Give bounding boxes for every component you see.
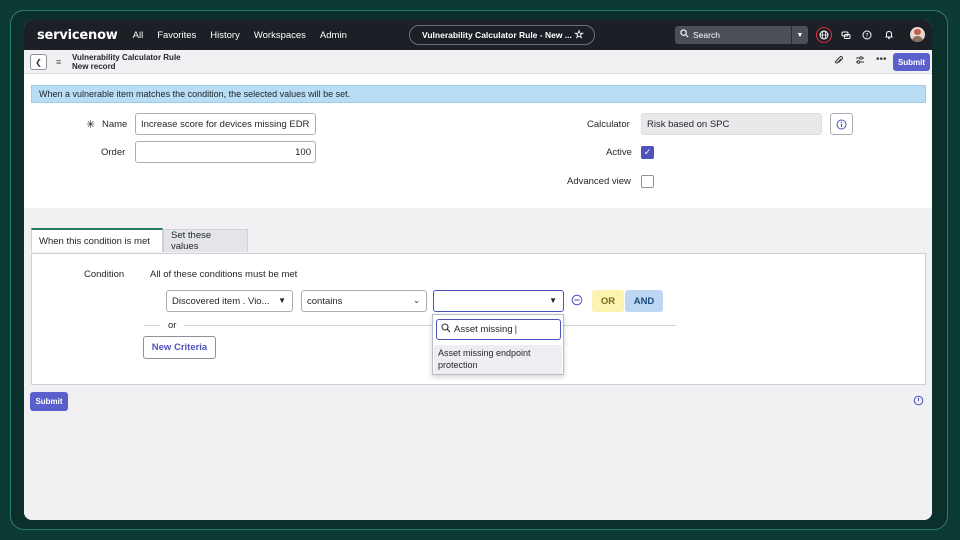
name-field[interactable]: Increase score for devices missing EDR xyxy=(135,113,316,135)
nav-history[interactable]: History xyxy=(210,30,240,41)
top-navigation: servicenow All Favorites History Workspa… xyxy=(24,20,932,50)
form-menu-icon[interactable]: ≡ xyxy=(56,57,61,67)
help-icon[interactable]: ? xyxy=(860,28,874,42)
search-scope-dropdown[interactable]: ▼ xyxy=(791,26,808,44)
settings-sliders-icon[interactable] xyxy=(855,55,865,68)
condition-header: All of these conditions must be met xyxy=(150,269,298,280)
nav-favorites[interactable]: Favorites xyxy=(157,30,196,41)
search-icon xyxy=(680,29,689,40)
calculator-label: Calculator xyxy=(587,119,630,130)
nav-all[interactable]: All xyxy=(133,30,144,41)
or-button[interactable]: OR xyxy=(592,290,624,312)
active-label: Active xyxy=(606,147,632,158)
order-label: Order xyxy=(101,147,126,158)
submit-button-top[interactable]: Submit xyxy=(893,53,930,71)
response-time-icon[interactable] xyxy=(913,395,924,409)
servicenow-logo[interactable]: servicenow xyxy=(37,28,118,43)
dropdown-option[interactable]: Asset missing endpoint protection xyxy=(434,345,562,374)
user-avatar[interactable] xyxy=(910,27,925,42)
value-dropdown: Asset missing | Asset missing endpoint p… xyxy=(432,314,564,375)
submit-button-bottom[interactable]: Submit xyxy=(30,392,68,411)
calculator-field[interactable]: Risk based on SPC xyxy=(641,113,822,135)
condition-label: Condition xyxy=(84,269,125,280)
chat-icon[interactable] xyxy=(839,28,853,42)
advanced-view-checkbox[interactable] xyxy=(641,175,654,188)
nav-admin[interactable]: Admin xyxy=(320,30,347,41)
context-pill-label: Vulnerability Calculator Rule - New ... xyxy=(422,30,572,40)
or-divider-right xyxy=(184,325,676,326)
text-cursor: | xyxy=(514,324,518,335)
condition-operator-value: contains xyxy=(307,295,343,307)
record-title-text: Vulnerability Calculator Rule xyxy=(72,53,181,62)
and-button[interactable]: AND xyxy=(625,290,663,312)
new-criteria-button[interactable]: New Criteria xyxy=(143,336,216,359)
attachment-icon[interactable] xyxy=(834,55,844,69)
condition-value-select[interactable]: ▼ xyxy=(433,290,564,312)
condition-field-value: Discovered item . Vio... xyxy=(172,295,270,307)
nav-workspaces[interactable]: Workspaces xyxy=(254,30,306,41)
svg-text:?: ? xyxy=(865,32,868,39)
or-divider-left xyxy=(144,325,160,326)
form-header: ❮ ≡ Vulnerability Calculator Rule New re… xyxy=(24,50,932,74)
record-title: Vulnerability Calculator Rule New record xyxy=(72,53,181,71)
required-asterisk: ✳ xyxy=(86,119,96,131)
advanced-view-label: Advanced view xyxy=(567,176,631,187)
caret-down-icon: ▼ xyxy=(278,296,286,305)
search-placeholder: Search xyxy=(693,30,720,40)
condition-operator-select[interactable]: contains ⌄ xyxy=(301,290,427,312)
info-message: When a vulnerable item matches the condi… xyxy=(31,85,926,103)
calculator-info-button[interactable] xyxy=(830,113,853,135)
back-button[interactable]: ❮ xyxy=(30,54,47,70)
record-subtitle: New record xyxy=(72,62,116,71)
remove-condition-icon[interactable] xyxy=(571,294,583,309)
name-label: Name xyxy=(102,119,128,130)
condition-field-select[interactable]: Discovered item . Vio... ▼ xyxy=(166,290,293,312)
info-icon xyxy=(836,119,847,129)
app-window: servicenow All Favorites History Workspa… xyxy=(24,20,932,520)
search-icon xyxy=(441,323,451,336)
caret-down-icon: ⌄ xyxy=(413,296,420,305)
globe-icon[interactable] xyxy=(816,27,832,43)
dropdown-search-input[interactable]: Asset missing | xyxy=(436,319,561,340)
tab-set-these-values[interactable]: Set these values xyxy=(163,229,248,252)
context-pill[interactable]: Vulnerability Calculator Rule - New ... … xyxy=(409,25,595,45)
star-icon[interactable]: ☆ xyxy=(574,28,584,41)
dropdown-search-text: Asset missing xyxy=(454,324,513,335)
or-separator: or xyxy=(168,320,177,331)
global-search-input[interactable]: Search xyxy=(675,26,793,44)
order-field[interactable]: 100 xyxy=(135,141,316,163)
tab-when-condition-met[interactable]: When this condition is met xyxy=(31,228,163,252)
caret-down-icon: ▼ xyxy=(549,296,557,305)
bell-icon[interactable] xyxy=(882,28,896,42)
active-checkbox[interactable]: ✓ xyxy=(641,146,654,159)
more-options-icon[interactable]: ••• xyxy=(876,54,887,65)
